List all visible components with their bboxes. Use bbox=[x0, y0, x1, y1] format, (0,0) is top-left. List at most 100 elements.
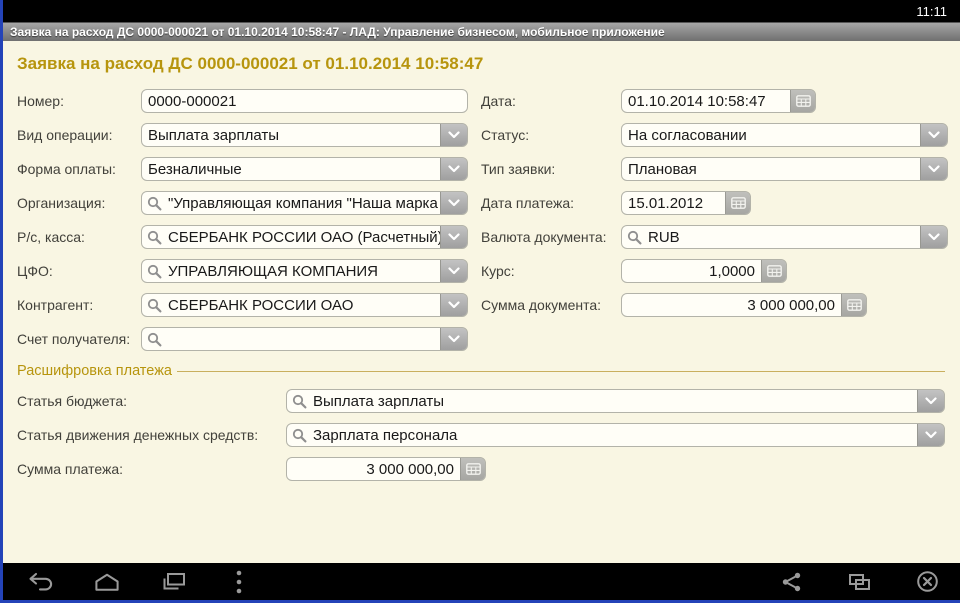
cfo-picker[interactable]: УПРАВЛЯЮЩАЯ КОМПАНИЯ bbox=[141, 259, 468, 283]
statya-byudzheta-picker[interactable]: Выплата зарплаты bbox=[286, 389, 945, 413]
kurs-cell: 1,0000 bbox=[621, 259, 948, 283]
chevron-down-icon bbox=[448, 131, 460, 139]
chevron-down-icon bbox=[448, 165, 460, 173]
section-header-rasshifrovka: Расшифровка платежа bbox=[17, 363, 945, 379]
chevron-down-icon bbox=[448, 335, 460, 343]
home-icon bbox=[95, 573, 119, 591]
kontragent-picker[interactable]: СБЕРБАНК РОССИИ ОАО bbox=[141, 293, 468, 317]
search-icon bbox=[622, 230, 642, 245]
tip-zayavki-label: Тип заявки: bbox=[481, 161, 556, 177]
data-platezha-cell: 15.01.2012 bbox=[621, 191, 948, 215]
dropdown-button[interactable] bbox=[917, 424, 944, 446]
keypad-grid-icon bbox=[795, 95, 811, 107]
search-icon bbox=[142, 196, 162, 211]
calculator-button[interactable] bbox=[761, 260, 786, 282]
close-button[interactable] bbox=[914, 569, 940, 595]
kontragent-label: Контрагент: bbox=[17, 297, 94, 313]
search-icon bbox=[287, 428, 307, 443]
statya-dvizheniya-row: Статья движения денежных средств: Зарпла… bbox=[17, 423, 945, 447]
share-button[interactable] bbox=[778, 569, 804, 595]
rs-kassa-picker[interactable]: СБЕРБАНК РОССИИ ОАО (Расчетный) bbox=[141, 225, 468, 249]
clock: 11:11 bbox=[916, 3, 947, 19]
organizaciya-label: Организация: bbox=[17, 195, 106, 211]
search-icon bbox=[142, 264, 162, 279]
dropdown-button[interactable] bbox=[920, 158, 947, 180]
dropdown-button[interactable] bbox=[440, 226, 467, 248]
rs-kassa-label: Р/с, касса: bbox=[17, 229, 85, 245]
nomer-input[interactable]: 0000-000021 bbox=[141, 89, 468, 113]
dropdown-button[interactable] bbox=[440, 328, 467, 350]
menu-overflow-button[interactable] bbox=[226, 569, 252, 595]
valyuta-picker[interactable]: RUB bbox=[621, 225, 948, 249]
chevron-down-icon bbox=[448, 301, 460, 309]
statya-dvizheniya-label: Статья движения денежных средств: bbox=[17, 427, 259, 443]
forma-oplaty-label: Форма оплаты: bbox=[17, 161, 116, 177]
dropdown-button[interactable] bbox=[920, 124, 947, 146]
tip-zayavki-dropdown[interactable]: Плановая bbox=[621, 157, 948, 181]
vid-operacii-dropdown[interactable]: Выплата зарплаты bbox=[141, 123, 468, 147]
chevron-down-icon bbox=[448, 267, 460, 275]
dropdown-button[interactable] bbox=[440, 124, 467, 146]
data-platezha-label: Дата платежа: bbox=[481, 195, 575, 211]
dropdown-button[interactable] bbox=[440, 260, 467, 282]
kurs-input[interactable]: 1,0000 bbox=[621, 259, 787, 283]
statya-byudzheta-label: Статья бюджета: bbox=[17, 393, 128, 409]
form-content: Заявка на расход ДС 0000-000021 от 01.10… bbox=[3, 41, 960, 563]
android-nav-bar bbox=[3, 563, 960, 600]
search-icon bbox=[142, 298, 162, 313]
back-button[interactable] bbox=[28, 569, 54, 595]
data-cell: 01.10.2014 10:58:47 bbox=[621, 89, 948, 113]
chevron-down-icon bbox=[448, 199, 460, 207]
summa-platezha-input[interactable]: 3 000 000,00 bbox=[286, 457, 486, 481]
chevron-down-icon bbox=[928, 131, 940, 139]
date-picker-button[interactable] bbox=[790, 90, 815, 112]
calculator-button[interactable] bbox=[841, 294, 866, 316]
dropdown-button[interactable] bbox=[917, 390, 944, 412]
recent-apps-button[interactable] bbox=[160, 569, 186, 595]
close-icon bbox=[916, 571, 938, 592]
recent-apps-icon bbox=[163, 573, 185, 590]
status-bar: 11:11 bbox=[3, 0, 960, 22]
summa-platezha-row: Сумма платежа: 3 000 000,00 bbox=[17, 457, 945, 481]
summa-dokumenta-label: Сумма документа: bbox=[481, 297, 602, 313]
schet-poluchatelya-picker[interactable] bbox=[141, 327, 468, 351]
back-icon bbox=[29, 572, 53, 591]
statya-byudzheta-row: Статья бюджета: Выплата зарплаты bbox=[17, 389, 945, 413]
page-title: Заявка на расход ДС 0000-000021 от 01.10… bbox=[17, 54, 484, 73]
search-icon bbox=[287, 394, 307, 409]
chevron-down-icon bbox=[448, 233, 460, 241]
vid-operacii-label: Вид операции: bbox=[17, 127, 113, 143]
form-grid: Номер: 0000-000021 Дата: 01.10.2014 10:5… bbox=[17, 89, 960, 351]
cfo-label: ЦФО: bbox=[17, 263, 53, 279]
forma-oplaty-dropdown[interactable]: Безналичные bbox=[141, 157, 468, 181]
data-platezha-input[interactable]: 15.01.2012 bbox=[621, 191, 751, 215]
float-window-button[interactable] bbox=[846, 569, 872, 595]
chevron-down-icon bbox=[925, 397, 937, 405]
data-input[interactable]: 01.10.2014 10:58:47 bbox=[621, 89, 816, 113]
home-button[interactable] bbox=[94, 569, 120, 595]
search-icon bbox=[142, 332, 162, 347]
dropdown-button[interactable] bbox=[440, 294, 467, 316]
valyuta-label: Валюта документа: bbox=[481, 229, 607, 245]
status-label: Статус: bbox=[481, 127, 530, 143]
data-label: Дата: bbox=[481, 93, 516, 109]
menu-overflow-icon bbox=[236, 570, 242, 593]
chevron-down-icon bbox=[925, 431, 937, 439]
section-header-label: Расшифровка платежа bbox=[17, 363, 172, 379]
summa-dokumenta-input[interactable]: 3 000 000,00 bbox=[621, 293, 867, 317]
share-icon bbox=[782, 572, 800, 591]
dropdown-button[interactable] bbox=[440, 158, 467, 180]
search-icon bbox=[142, 230, 162, 245]
window-title: Заявка на расход ДС 0000-000021 от 01.10… bbox=[10, 25, 665, 39]
summa-platezha-label: Сумма платежа: bbox=[17, 461, 124, 477]
chevron-down-icon bbox=[928, 233, 940, 241]
status-dropdown[interactable]: На согласовании bbox=[621, 123, 948, 147]
nav-left-group bbox=[3, 569, 252, 595]
dropdown-button[interactable] bbox=[440, 192, 467, 214]
date-picker-button[interactable] bbox=[725, 192, 750, 214]
organizaciya-picker[interactable]: "Управляющая компания "Наша марка bbox=[141, 191, 468, 215]
summa-dokumenta-cell: 3 000 000,00 bbox=[621, 293, 948, 317]
calculator-button[interactable] bbox=[460, 458, 485, 480]
statya-dvizheniya-picker[interactable]: Зарплата персонала bbox=[286, 423, 945, 447]
dropdown-button[interactable] bbox=[920, 226, 947, 248]
